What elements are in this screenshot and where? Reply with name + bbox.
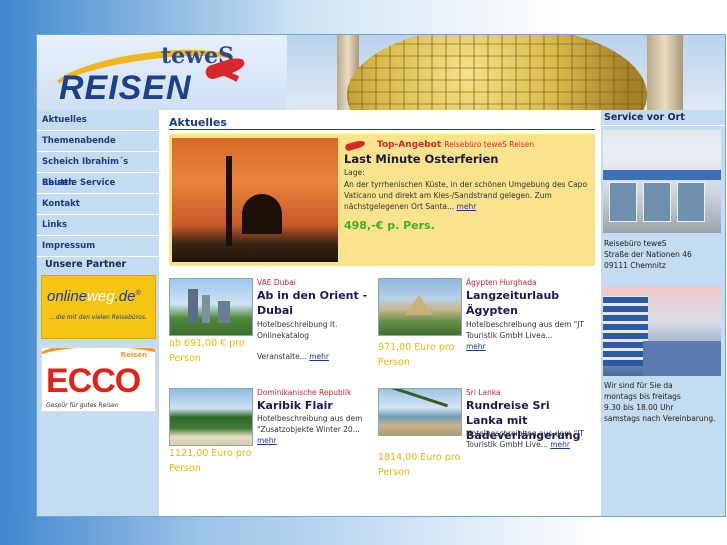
hours-line: montags bis freitags: [604, 392, 681, 401]
onlineweg-logo: onlineweg.de®: [47, 288, 141, 305]
dome-pattern: [347, 35, 647, 110]
address-line: Reisebüro teweS: [604, 239, 667, 248]
top-offer-label-text: Top-Angebot: [377, 140, 442, 150]
agency-address: Reisebüro teweS Straße der Nationen 46 0…: [604, 238, 692, 271]
offer-region: Sri Lanka: [466, 388, 501, 397]
top-offer-more-link[interactable]: mehr: [457, 202, 477, 211]
offer-card-karibik: Dominikanische Republik Karibik Flair Ho…: [169, 388, 379, 483]
top-offer-agency: Reisebüro teweS Reisen: [444, 140, 535, 149]
onlineweg-slogan: ...die mit den vielen Reisebüros.: [50, 314, 147, 321]
main-content: Aktuelles Top-Angebot Reisebüro teweS Re…: [165, 110, 597, 516]
offer-more-link[interactable]: mehr: [550, 440, 570, 449]
top-offer-label: Top-Angebot Reisebüro teweS Reisen: [377, 140, 534, 150]
offer-region: Dominikanische Republik: [257, 388, 352, 397]
window-shape: [677, 182, 705, 222]
top-offer-box: Top-Angebot Reisebüro teweS Reisen Last …: [169, 134, 595, 266]
top-offer-price: 498,-€ p. Pers.: [344, 219, 435, 232]
offer-title[interactable]: Langzeiturlaub Ägypten: [466, 288, 588, 318]
skyscraper-shape: [218, 301, 230, 323]
service-heading: Service vor Ort: [601, 110, 725, 126]
top-offer-headline[interactable]: Last Minute Osterferien: [344, 152, 499, 166]
offer-price: 1814,00 Euro pro Person: [378, 452, 461, 478]
offer-more-link[interactable]: mehr: [309, 352, 329, 361]
window-shape: [609, 182, 637, 222]
offer-card-dubai: VAE Dubai Ab in den Orient - Dubai Hotel…: [169, 278, 379, 373]
hours-line: samstags nach Vereinbarung.: [604, 414, 716, 423]
page-title: Aktuelles: [169, 116, 227, 129]
offer-description-more: Veranstalte... mehr: [257, 351, 379, 362]
nav-item-kontakt[interactable]: Kontakt: [37, 194, 159, 215]
hours-line: Wir sind für Sie da: [604, 381, 673, 390]
skyscraper-shape: [202, 295, 210, 323]
ecco-reisen-tag: Reisen: [120, 351, 147, 359]
offer-price: ab 691,00 € pro Person: [169, 338, 245, 364]
opening-hours: Wir sind für Sie da montags bis freitags…: [604, 380, 725, 424]
offer-description-text: Hotelbeschreibung aus dem "JT Touristik …: [466, 320, 585, 340]
offer-more-link[interactable]: mehr: [466, 342, 486, 351]
minaret-shape: [226, 156, 232, 246]
offer-description-tail: Veranstalte...: [257, 352, 307, 361]
nav-item-shuttle-service[interactable]: Shuttle Service: [37, 173, 159, 194]
office-interior-photo: [603, 286, 721, 376]
nav-item-links[interactable]: Links: [37, 215, 159, 236]
offer-region: Ägypten Hurghada: [466, 278, 537, 287]
offer-thumbnail[interactable]: [378, 388, 462, 436]
skyscraper-shape: [188, 289, 198, 323]
offer-description: Hotelbeschreibung lt. Onlinekatalog: [257, 320, 338, 340]
address-line: Straße der Nationen 46: [604, 250, 692, 259]
plane-icon: [344, 139, 366, 152]
pillar-shape: [647, 35, 683, 110]
offer-title[interactable]: Karibik Flair: [257, 398, 379, 413]
offer-thumbnail[interactable]: [169, 388, 253, 446]
offer-description-text: Hotelbeschreibung aus dem "Zusatzobjekte…: [257, 414, 363, 434]
nav-item-aktuelles[interactable]: Aktuelles: [37, 110, 159, 131]
mosque-dome-shape: [242, 194, 282, 234]
nav-item-impressum[interactable]: Impressum: [37, 236, 159, 257]
page-background: [0, 515, 727, 545]
offer-description: Hotelbeschreibung aus dem "JT Touristik …: [466, 319, 588, 352]
right-sidebar: Service vor Ort Reisebüro teweS Straße d…: [601, 110, 725, 516]
desk-shape: [643, 341, 721, 376]
offer-card-aegypten: Ägypten Hurghada Langzeiturlaub Ägypten …: [378, 278, 588, 373]
title-divider: [169, 129, 595, 130]
hours-line: 9.30 bis 18.00 Uhr: [604, 403, 674, 412]
offer-thumbnail[interactable]: [378, 278, 462, 336]
offer-card-sri-lanka: Sri Lanka Rundreise Sri Lanka mit Badeve…: [378, 388, 588, 483]
brochure-shelf: [603, 296, 648, 366]
top-offer-description: An der tyrrhenischen Küste, in der schön…: [344, 179, 592, 212]
palm-shape: [390, 389, 448, 408]
logo-reisen-text: REISEN: [59, 69, 192, 107]
ecco-slogan: Gespür für gutes Reisen: [46, 402, 119, 409]
offer-description: Hotelbeschreibung aus dem "Zusatzobjekte…: [257, 413, 379, 446]
nav-item-themenabende[interactable]: Themenabende: [37, 131, 159, 152]
left-sidebar: Aktuelles Themenabende Scheich Ibrahim´s…: [37, 110, 159, 516]
offer-region: VAE Dubai: [257, 278, 296, 287]
offer-title[interactable]: Ab in den Orient - Dubai: [257, 288, 379, 318]
registered-mark: ®: [135, 290, 141, 297]
store-sign: [603, 170, 721, 180]
top-offer-image[interactable]: [172, 138, 338, 262]
partners-heading: Unsere Partner: [37, 257, 159, 273]
offer-price: 1121,00 Euro pro Person: [169, 448, 252, 474]
window-shape: [643, 182, 671, 222]
page-frame: teweS REISEN Aktuelles Themenabende Sche…: [36, 34, 726, 517]
storefront-photo: [603, 130, 721, 233]
offer-description: Hotelbeschreibung aus dem "JT Touristik …: [466, 428, 588, 450]
offer-more-link[interactable]: mehr: [257, 436, 277, 445]
partner-ecco-banner[interactable]: Reisen Ecco Gespür für gutes Reisen: [41, 347, 156, 412]
onlineweg-name-a: online: [47, 288, 88, 305]
header-banner: teweS REISEN: [37, 35, 725, 110]
ecco-logo-text: Ecco: [46, 362, 141, 400]
address-line: 09111 Chemnitz: [604, 261, 666, 270]
top-offer-lage: Lage:: [344, 168, 365, 177]
offer-price: 971,00 Euro pro Person: [378, 342, 455, 368]
partner-onlineweg-banner[interactable]: onlineweg.de® ...die mit den vielen Reis…: [41, 275, 156, 339]
offer-thumbnail[interactable]: [169, 278, 253, 336]
nav-item-scheich-ibrahims-reisen[interactable]: Scheich Ibrahim´s Reisen: [37, 152, 159, 188]
onlineweg-name-c: .de: [114, 288, 136, 305]
pyramid-shape: [405, 295, 433, 315]
onlineweg-name-b: weg: [87, 288, 115, 305]
